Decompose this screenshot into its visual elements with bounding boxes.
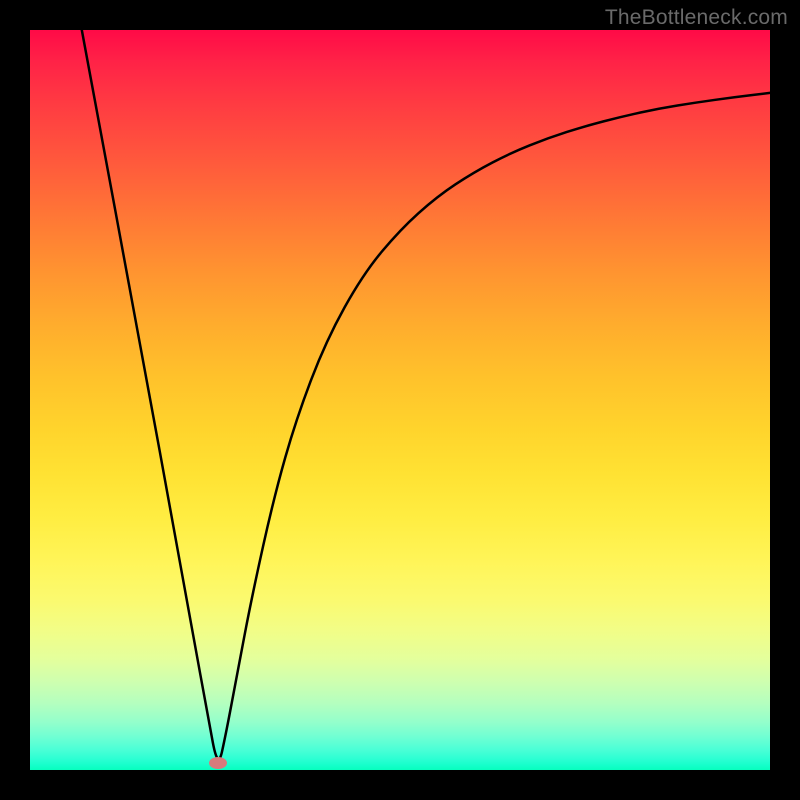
- curve-path: [82, 30, 770, 759]
- chart-frame: TheBottleneck.com: [0, 0, 800, 800]
- watermark-text: TheBottleneck.com: [605, 6, 788, 30]
- plot-area: [30, 30, 770, 770]
- optimum-marker: [209, 757, 227, 769]
- curve-svg: [30, 30, 770, 770]
